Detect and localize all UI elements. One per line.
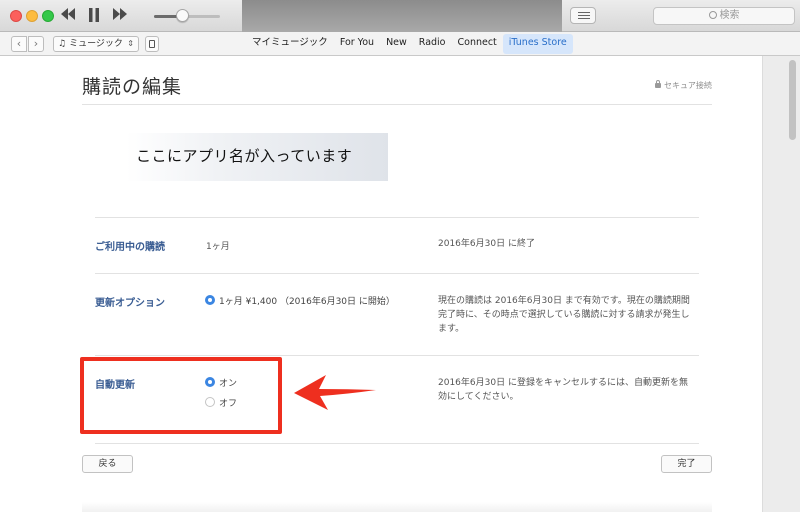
app-name-banner: ここにアプリ名が入っています	[126, 133, 388, 181]
media-kind-label: ミュージック	[69, 39, 123, 49]
auto-renew-description: 2016年6月30日 に登録をキャンセルするには、自動更新を無効にしてください。	[438, 378, 688, 402]
secure-connection-label: セキュア接続	[664, 81, 712, 90]
media-kind-select[interactable]: ♫ ミュージック ⇕	[53, 36, 139, 52]
rewind-icon[interactable]	[60, 7, 76, 21]
current-subscription-value: 1ヶ月	[206, 242, 230, 252]
divider	[95, 217, 699, 218]
done-button[interactable]: 完了	[661, 455, 712, 473]
library-tabs: マイミュージック For You New Radio Connect iTune…	[246, 34, 573, 54]
now-playing-display	[242, 0, 562, 32]
renewal-option-radio[interactable]	[205, 295, 215, 305]
zoom-window-button[interactable]	[42, 10, 54, 22]
scrollbar[interactable]	[789, 60, 798, 140]
fast-forward-icon[interactable]	[112, 7, 128, 21]
tab-new[interactable]: New	[380, 34, 413, 54]
divider	[95, 355, 699, 356]
volume-knob[interactable]	[176, 9, 189, 22]
tab-radio[interactable]: Radio	[413, 34, 452, 54]
current-subscription-label: ご利用中の購読	[95, 242, 165, 253]
pause-icon[interactable]	[88, 7, 100, 23]
search-icon	[708, 11, 717, 19]
search-placeholder: 検索	[719, 10, 740, 21]
secure-connection-indicator: セキュア接続	[655, 80, 712, 91]
navigation-bar: ‹ › ♫ ミュージック ⇕ マイミュージック For You New Radio…	[0, 32, 800, 56]
tab-my-music[interactable]: マイミュージック	[246, 34, 334, 54]
tab-for-you[interactable]: For You	[334, 34, 380, 54]
page-title: 購読の編集	[82, 76, 183, 98]
device-icon[interactable]	[145, 36, 159, 52]
tab-itunes-store[interactable]: iTunes Store	[502, 34, 573, 54]
current-subscription-end: 2016年6月30日 に終了	[438, 239, 535, 249]
music-note-icon: ♫	[58, 39, 67, 49]
annotation-arrow-icon	[294, 375, 376, 410]
tab-connect[interactable]: Connect	[452, 34, 503, 54]
divider	[95, 273, 699, 274]
minimize-window-button[interactable]	[26, 10, 38, 22]
lock-icon	[655, 80, 661, 88]
updown-chevron-icon: ⇕	[127, 39, 134, 48]
renewal-option-label[interactable]: 1ヶ月 ¥1,400 （2016年6月30日 に開始）	[219, 294, 395, 307]
title-bar: 検索	[0, 0, 800, 32]
renewal-description: 現在の購読は 2016年6月30日 まで有効です。現在の購読期間完了時に、その時…	[438, 296, 690, 334]
footer-area	[82, 502, 712, 512]
renewal-options-label: 更新オプション	[95, 298, 165, 309]
back-button[interactable]: ‹	[11, 36, 27, 52]
back-action-button[interactable]: 戻る	[82, 455, 133, 473]
close-window-button[interactable]	[10, 10, 22, 22]
up-next-list-button[interactable]	[570, 7, 596, 24]
scrollbar-thumb[interactable]	[789, 60, 796, 140]
divider	[95, 443, 699, 444]
annotation-highlight-box	[80, 357, 282, 434]
search-field[interactable]: 検索	[653, 7, 795, 25]
forward-button[interactable]: ›	[28, 36, 44, 52]
title-divider	[82, 104, 712, 105]
